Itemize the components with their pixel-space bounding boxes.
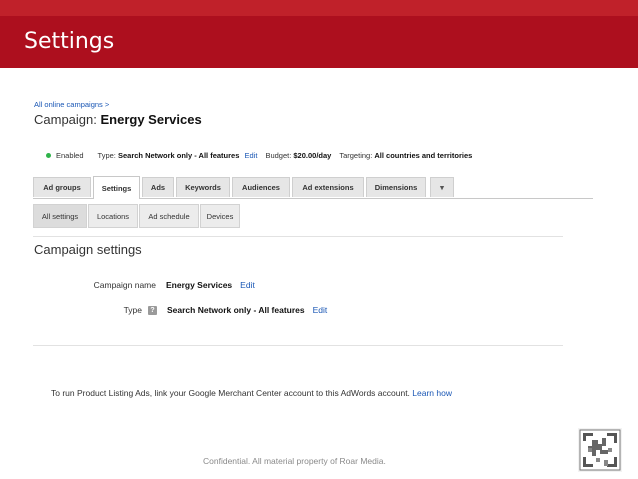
campaign-type-label: Type: [123, 305, 142, 315]
subtab-devices[interactable]: Devices: [200, 204, 240, 228]
campaign-type-value: Search Network only - All features: [167, 305, 305, 315]
merchant-notice-text: To run Product Listing Ads, link your Go…: [51, 388, 410, 398]
campaign-name: Energy Services: [100, 112, 202, 127]
campaign-name-value: Energy Services: [166, 280, 233, 290]
campaign-name-label: Campaign name: [93, 280, 156, 290]
learn-how-link[interactable]: Learn how: [412, 388, 452, 398]
qr-logo-icon: [578, 428, 622, 472]
section-title: Campaign settings: [34, 242, 142, 257]
tab-keywords[interactable]: Keywords: [176, 177, 230, 197]
top-accent-strip: [0, 0, 638, 16]
campaign-name-edit-link[interactable]: Edit: [240, 280, 255, 290]
tab-audiences[interactable]: Audiences: [232, 177, 290, 197]
tab-settings[interactable]: Settings: [93, 176, 140, 199]
divider: [33, 236, 563, 237]
tab-ads[interactable]: Ads: [142, 177, 174, 197]
subtab-locations[interactable]: Locations: [88, 204, 138, 228]
campaign-name-row: Campaign name Energy Services Edit: [40, 280, 255, 290]
budget-summary: Budget: $20.00/day: [265, 151, 332, 160]
campaign-type-edit-link[interactable]: Edit: [313, 305, 328, 315]
type-summary: Type: Search Network only - All features…: [97, 151, 258, 160]
chevron-down-icon: ▾: [440, 183, 444, 192]
campaign-type-row: Type ? Search Network only - All feature…: [40, 305, 328, 315]
tab-ad-extensions[interactable]: Ad extensions: [292, 177, 364, 197]
help-icon[interactable]: ?: [148, 305, 157, 315]
tab-ad-groups[interactable]: Ad groups: [33, 177, 91, 197]
campaign-status-line: Enabled Type: Search Network only - All …: [46, 151, 480, 160]
subtab-ad-schedule[interactable]: Ad schedule: [139, 204, 199, 228]
page-title: Campaign: Energy Services: [34, 112, 202, 127]
targeting-summary: Targeting: All countries and territories: [339, 151, 473, 160]
merchant-center-notice: To run Product Listing Ads, link your Go…: [51, 388, 452, 398]
more-tabs-dropdown[interactable]: ▾: [430, 177, 454, 197]
type-edit-link[interactable]: Edit: [245, 151, 258, 160]
campaign-tab-bar: Ad groups Settings Ads Keywords Audience…: [33, 176, 593, 199]
campaign-prefix: Campaign:: [34, 112, 97, 127]
status-badge[interactable]: Enabled: [56, 151, 84, 160]
slide-footer: Confidential. All material property of R…: [203, 456, 386, 466]
tab-dimensions[interactable]: Dimensions: [366, 177, 426, 197]
enabled-status-icon: [46, 153, 51, 158]
breadcrumb[interactable]: All online campaigns >: [34, 100, 109, 109]
subtab-all-settings[interactable]: All settings: [33, 204, 87, 228]
slide-title: Settings: [24, 29, 115, 54]
divider: [33, 345, 563, 346]
slide-header: Settings: [0, 16, 638, 68]
